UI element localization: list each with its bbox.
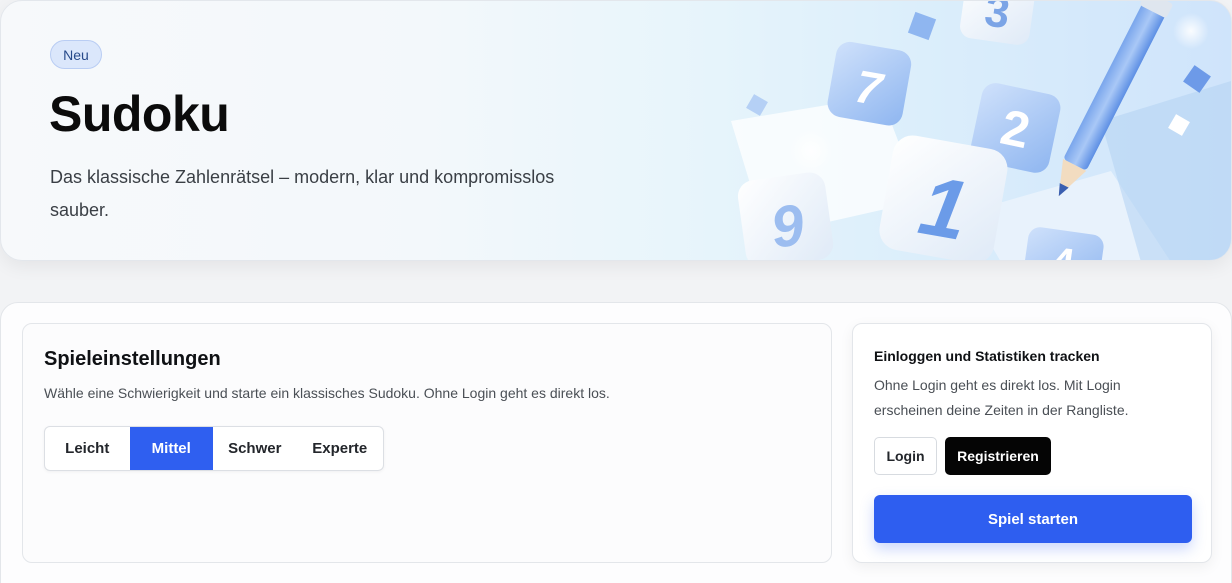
hero-banner: Neu Sudoku Das klassische Zahlenrätsel –… (0, 0, 1232, 261)
main-panel: Spieleinstellungen Wähle eine Schwierigk… (0, 302, 1232, 583)
account-description: Ohne Login geht es direkt los. Mit Login… (874, 377, 1129, 418)
difficulty-selector: Leicht Mittel Schwer Experte (44, 426, 384, 471)
difficulty-easy-button[interactable]: Leicht (45, 427, 130, 470)
settings-title: Spieleinstellungen (44, 348, 221, 370)
login-button[interactable]: Login (874, 437, 937, 475)
page-title: Sudoku (49, 86, 230, 142)
register-button[interactable]: Registrieren (945, 437, 1051, 475)
sudoku-illustration: 3 7 2 9 1 4 (731, 1, 1231, 260)
hero-subtitle: Das klassische Zahlenrätsel – modern, kl… (50, 167, 555, 220)
start-game-button[interactable]: Spiel starten (874, 495, 1192, 543)
difficulty-hard-button[interactable]: Schwer (213, 427, 297, 470)
difficulty-medium-button[interactable]: Mittel (129, 427, 213, 470)
settings-description: Wähle eine Schwierigkeit und starte ein … (44, 385, 610, 401)
game-settings-card: Spieleinstellungen Wähle eine Schwierigk… (22, 323, 832, 563)
account-title: Einloggen und Statistiken tracken (874, 348, 1100, 364)
account-card: Einloggen und Statistiken tracken Ohne L… (852, 323, 1212, 563)
difficulty-expert-button[interactable]: Experte (297, 427, 383, 470)
new-badge: Neu (50, 40, 102, 69)
